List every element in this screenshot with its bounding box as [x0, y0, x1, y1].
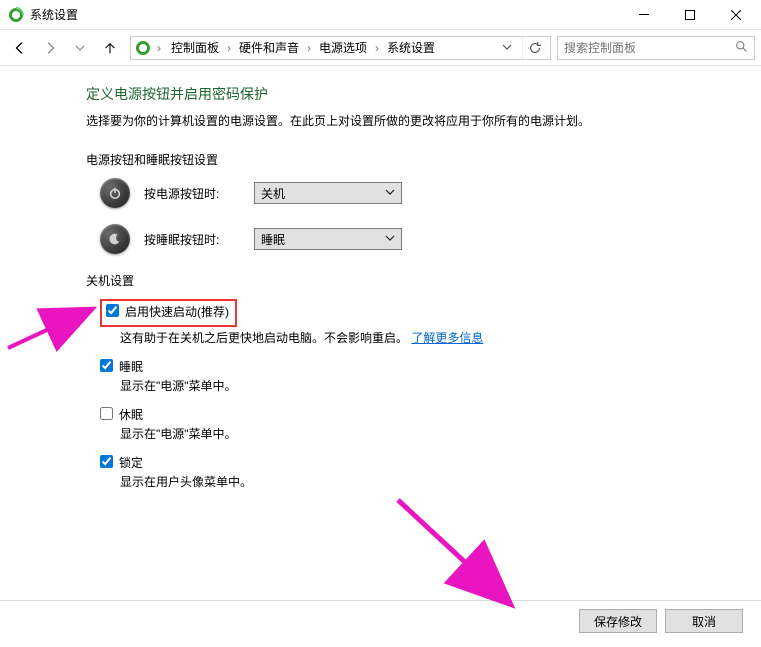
lock-label: 锁定	[119, 454, 143, 471]
up-button[interactable]	[96, 34, 124, 62]
chevron-right-icon[interactable]: ›	[223, 41, 235, 55]
breadcrumb-item[interactable]: 系统设置	[383, 37, 439, 58]
power-button-label: 按电源按钮时:	[144, 185, 240, 202]
title-bar: 系统设置	[0, 0, 761, 30]
power-icon	[100, 178, 130, 208]
breadcrumb: 控制面板› 硬件和声音› 电源选项› 系统设置	[167, 37, 496, 58]
forward-button[interactable]	[36, 34, 64, 62]
sleep-button-row: 按睡眠按钮时: 睡眠	[100, 224, 761, 254]
refresh-button[interactable]	[522, 37, 546, 59]
highlight-annotation: 启用快速启动(推荐)	[100, 299, 237, 327]
maximize-button[interactable]	[667, 0, 713, 30]
shutdown-heading: 关机设置	[86, 272, 761, 289]
app-icon	[8, 7, 24, 23]
minimize-button[interactable]	[621, 0, 667, 30]
hibernate-checkbox[interactable]	[100, 407, 113, 420]
save-button[interactable]: 保存修改	[579, 609, 657, 633]
sleep-label: 睡眠	[119, 358, 143, 375]
lock-desc: 显示在用户头像菜单中。	[120, 473, 761, 490]
sleep-icon	[100, 224, 130, 254]
page-subtitle: 选择要为你的计算机设置的电源设置。在此页上对设置所做的更改将应用于你所有的电源计…	[86, 112, 761, 129]
sleep-button-label: 按睡眠按钮时:	[144, 231, 240, 248]
fast-startup-desc: 这有助于在关机之后更快地启动电脑。不会影响重启。 了解更多信息	[120, 329, 761, 346]
power-button-combo[interactable]: 关机	[254, 182, 402, 204]
chevron-right-icon[interactable]: ›	[303, 41, 315, 55]
breadcrumb-item[interactable]: 硬件和声音	[235, 37, 303, 58]
breadcrumb-item[interactable]: 电源选项	[315, 37, 371, 58]
close-button[interactable]	[713, 0, 759, 30]
window-title: 系统设置	[30, 6, 621, 23]
control-panel-icon	[135, 40, 151, 56]
fast-startup-checkbox[interactable]	[106, 304, 119, 317]
hibernate-desc: 显示在"电源"菜单中。	[120, 425, 761, 442]
power-button-heading: 电源按钮和睡眠按钮设置	[86, 151, 761, 168]
page-title: 定义电源按钮并启用密码保护	[86, 84, 761, 104]
address-dropdown[interactable]	[498, 41, 516, 55]
sleep-checkbox[interactable]	[100, 359, 113, 372]
hibernate-label: 休眠	[119, 406, 143, 423]
sleep-desc: 显示在"电源"菜单中。	[120, 377, 761, 394]
breadcrumb-item[interactable]: 控制面板	[167, 37, 223, 58]
address-bar[interactable]: › 控制面板› 硬件和声音› 电源选项› 系统设置	[130, 36, 551, 60]
combo-value: 睡眠	[261, 231, 285, 248]
search-icon[interactable]	[735, 40, 748, 56]
power-button-row: 按电源按钮时: 关机	[100, 178, 761, 208]
chevron-right-icon[interactable]: ›	[153, 41, 165, 55]
combo-value: 关机	[261, 185, 285, 202]
sleep-button-combo[interactable]: 睡眠	[254, 228, 402, 250]
search-input[interactable]	[564, 41, 735, 55]
nav-bar: › 控制面板› 硬件和声音› 电源选项› 系统设置	[0, 30, 761, 66]
search-box[interactable]	[557, 36, 755, 60]
lock-checkbox[interactable]	[100, 455, 113, 468]
footer: 保存修改 取消	[0, 600, 761, 637]
content-area: 定义电源按钮并启用密码保护 选择要为你的计算机设置的电源设置。在此页上对设置所做…	[0, 66, 761, 490]
cancel-button[interactable]: 取消	[665, 609, 743, 633]
fast-startup-label: 启用快速启动(推荐)	[125, 303, 229, 320]
recent-dropdown[interactable]	[66, 34, 94, 62]
learn-more-link[interactable]: 了解更多信息	[411, 331, 483, 345]
chevron-right-icon[interactable]: ›	[371, 41, 383, 55]
back-button[interactable]	[6, 34, 34, 62]
chevron-down-icon	[385, 186, 395, 200]
chevron-down-icon	[385, 232, 395, 246]
